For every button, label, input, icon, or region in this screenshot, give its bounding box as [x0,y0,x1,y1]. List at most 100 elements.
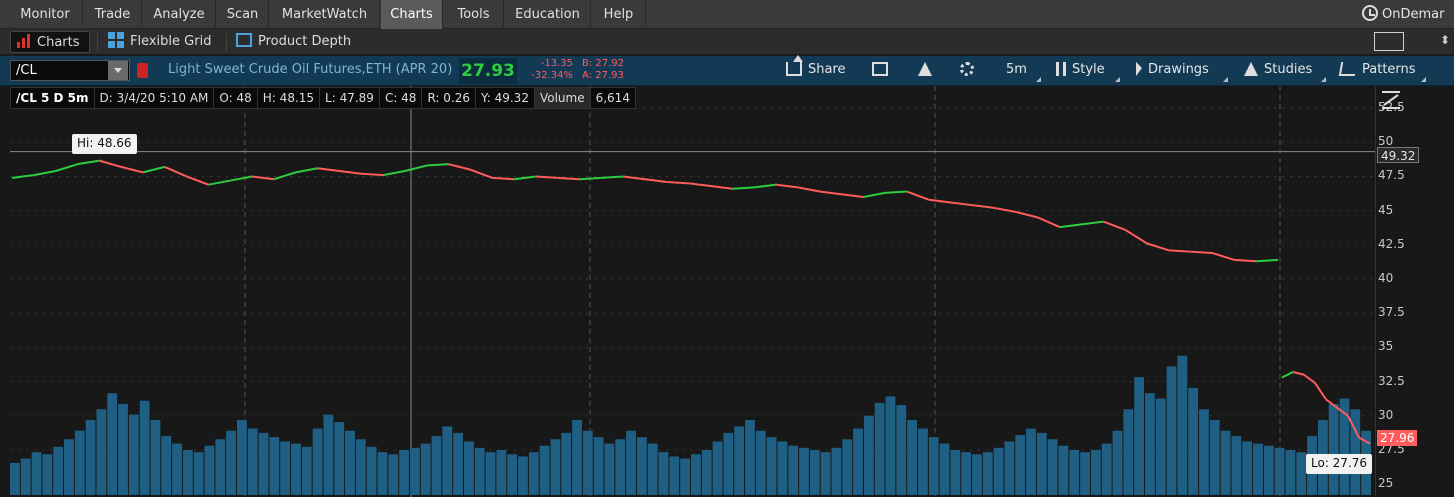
chevron-up-down-icon[interactable]: ⬍ [1440,33,1450,47]
price-segment [579,176,602,181]
volume-bar [323,414,334,495]
snapshot-icon [872,62,888,76]
zoom-icon[interactable] [1380,90,1402,110]
share-button[interactable]: Share [786,55,846,86]
price-segment [666,180,689,185]
price-segment [99,159,122,168]
price-segment [775,183,798,189]
chart-settings-button[interactable] [960,56,980,86]
style-button[interactable]: Style [1056,56,1105,86]
menu-help[interactable]: Help [592,0,646,29]
price-segment [1037,216,1061,228]
price-segment [273,171,297,181]
crosshair-price-tag: 49.32 [1377,147,1420,163]
menu-tools[interactable]: Tools [444,0,504,29]
grid-icon [108,32,124,48]
drawings-label: Drawings [1148,62,1209,77]
link-lock-icon[interactable] [137,63,148,78]
drawings-button[interactable]: Drawings [1136,56,1209,86]
volume-bar [1101,443,1112,495]
price-axis-tick-label: 35 [1378,339,1394,354]
price-segment [928,198,951,204]
volume-bar [1220,430,1231,495]
price-segment [906,190,930,201]
tab-flexible-grid[interactable]: Flexible Grid [102,31,211,53]
symbol-bar: /CL Light Sweet Crude Oil Futures,ETH (A… [0,55,1454,86]
menu-marketwatch[interactable]: MarketWatch [270,0,380,29]
price-segment [1146,242,1170,252]
studies-button[interactable]: Studies [1244,56,1312,86]
tab-charts[interactable]: Charts [10,31,90,53]
volume-bar [161,436,172,495]
price-segment [1059,223,1082,229]
menu-monitor[interactable]: Monitor [8,0,83,29]
price-segment [470,168,493,179]
main-menu-bar: Monitor Trade Analyze Scan MarketWatch C… [0,0,1454,29]
menu-education[interactable]: Education [505,0,591,29]
volume-bar [366,446,377,495]
volume-bar [1112,430,1123,495]
price-segment [317,167,340,172]
symbol-dropdown-button[interactable] [108,61,128,80]
volume-bar [301,446,312,495]
price-segment [688,182,711,188]
price-segment [361,172,384,177]
volume-bar [615,439,626,495]
patterns-button[interactable]: Patterns [1338,56,1416,86]
price-axis-tick-label: 40 [1378,271,1394,286]
divider [226,33,227,51]
net-change: -13.35 -32.34% [525,58,573,82]
dropdown-corner-icon [1223,77,1228,82]
ondemand-button[interactable]: OnDemar [1362,0,1444,29]
price-segment [972,204,995,209]
volume-bar [874,402,885,495]
share-label: Share [808,62,846,77]
chart-snapshot-button[interactable] [872,56,894,86]
price-segment [1292,371,1305,376]
info-high: H: 48.15 [258,88,321,108]
chart-area[interactable] [0,86,1454,497]
price-segment [1081,220,1104,226]
price-segment [1015,211,1039,219]
price-segment [841,193,864,198]
volume-bar [961,452,972,495]
price-segment [1234,258,1257,263]
price-segment [885,190,907,194]
price-segment [339,170,362,175]
window-layout-button[interactable] [1374,32,1404,51]
menu-scan[interactable]: Scan [217,0,269,29]
tab-product-depth[interactable]: Product Depth [230,31,351,53]
price-segment [295,167,318,174]
volume-bar [1036,432,1047,495]
price-axis-tick-label: 32.5 [1378,373,1405,388]
price-segment [535,175,558,179]
bar-chart-icon [17,34,31,48]
volume-bar [409,447,420,495]
info-close: C: 48 [380,88,423,108]
volume-bar [334,422,345,495]
volume-bar [1145,393,1155,495]
price-segment [1256,258,1279,263]
price-segment [863,191,886,198]
volume-bar [604,443,615,495]
menu-analyze[interactable]: Analyze [143,0,216,29]
volume-bar [928,437,939,495]
menu-charts[interactable]: Charts [381,0,443,29]
price-segment [11,174,34,179]
info-open: O: 48 [214,88,258,108]
price-segment [186,175,209,186]
volume-bar [312,428,323,495]
price-segment [513,175,536,181]
gear-icon [960,62,974,76]
price-chart[interactable] [0,86,1375,497]
quick-studies-button[interactable] [918,56,938,86]
menu-trade[interactable]: Trade [84,0,142,29]
patterns-label: Patterns [1362,62,1416,77]
timeframe-button[interactable]: 5m [1006,56,1027,86]
volume-bar [593,437,604,495]
percent-change-value: -32.34% [531,70,573,81]
volume-bar [626,430,636,495]
info-volume-label: Volume [534,88,591,108]
ondemand-label: OnDemar [1382,7,1445,22]
price-axis-tick-label: 37.5 [1378,305,1405,320]
